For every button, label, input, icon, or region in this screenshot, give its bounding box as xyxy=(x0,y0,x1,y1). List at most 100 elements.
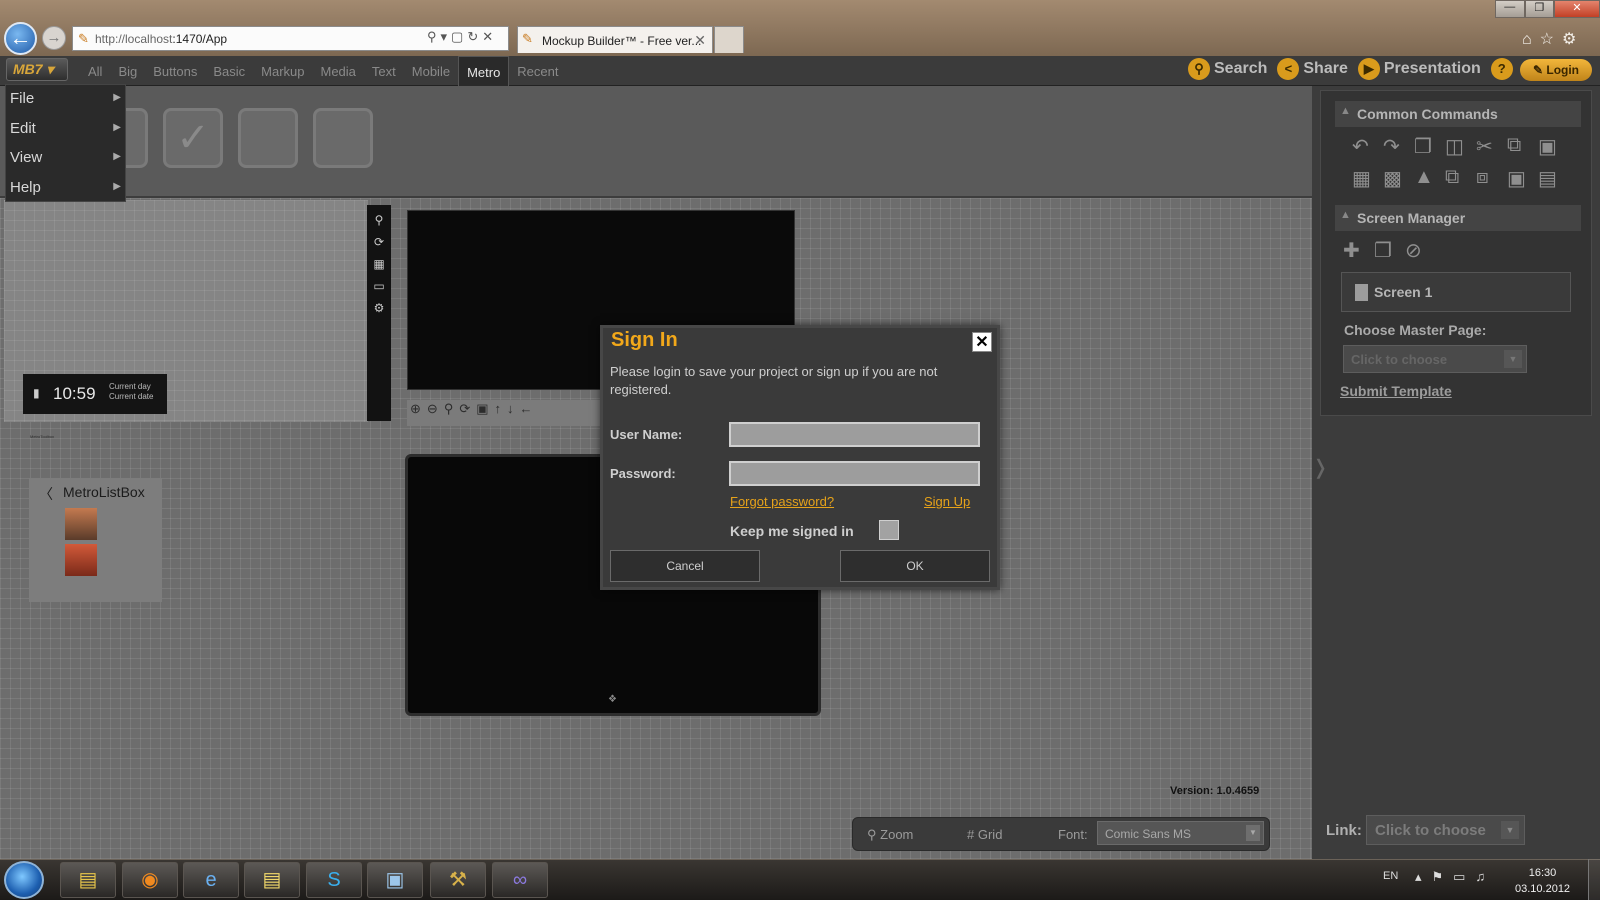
undo-icon[interactable]: ↶ xyxy=(1352,134,1369,159)
font-select[interactable]: Comic Sans MS ▼ xyxy=(1097,821,1264,845)
lock-icon[interactable]: ▲ xyxy=(1414,166,1434,189)
ie-taskbar-icon[interactable]: e xyxy=(183,862,239,898)
search-button[interactable]: ⚲ Search xyxy=(1188,58,1267,80)
tab-big[interactable]: Big xyxy=(110,56,145,86)
download-icon[interactable]: ↓ xyxy=(507,401,514,416)
tab-text[interactable]: Text xyxy=(364,56,404,86)
username-label: User Name: xyxy=(610,427,683,442)
forgot-password-link[interactable]: Forgot password? xyxy=(730,494,834,509)
app-right-nav: ⚲ Search < Share ▶ Presentation ? xyxy=(1188,58,1523,80)
home-favorites-settings-icons[interactable]: ⌂☆⚙ xyxy=(1522,29,1584,49)
master-page-select[interactable]: Click to choose ▼ xyxy=(1343,345,1527,373)
password-field[interactable] xyxy=(729,461,980,486)
screen-manager-header[interactable]: ▲ Screen Manager xyxy=(1335,205,1581,231)
group-icon[interactable]: ▦ xyxy=(1352,166,1371,191)
tab-basic[interactable]: Basic xyxy=(205,56,253,86)
tab-close-icon[interactable]: ✕ xyxy=(694,32,706,49)
clock-date-text: 03.10.2012 xyxy=(1515,883,1571,895)
send-to-back-icon[interactable]: ▤ xyxy=(1538,166,1557,191)
back-icon[interactable]: ← xyxy=(520,401,533,416)
address-tools-icon[interactable]: ⚲▾▢↻✕ xyxy=(427,29,497,45)
folder-taskbar-icon[interactable]: ▤ xyxy=(244,862,300,898)
firefox-taskbar-icon[interactable]: ◉ xyxy=(122,862,178,898)
metro-charms-bar[interactable]: ⚲ ⟳ ▦ ▭ ⚙ xyxy=(367,205,391,421)
palette-item-checkbox-icon[interactable]: ✓ xyxy=(163,108,223,168)
minimize-button[interactable]: — xyxy=(1495,0,1525,18)
login-button[interactable]: ✎ Login xyxy=(1520,59,1592,81)
menu-item-view[interactable]: View ▶ xyxy=(6,144,125,174)
metro-clock-widget[interactable]: ▮ 10:59 Current day Current date xyxy=(23,374,167,414)
common-commands-header[interactable]: ▲ Common Commands xyxy=(1335,101,1581,127)
upload-icon[interactable]: ↑ xyxy=(495,401,502,416)
new-tab-button[interactable] xyxy=(714,26,744,53)
tab-media[interactable]: Media xyxy=(313,56,364,86)
explorer-taskbar-icon[interactable]: ▤ xyxy=(60,862,116,898)
tab-recent[interactable]: Recent xyxy=(509,56,566,86)
paste-icon[interactable]: ◫ xyxy=(1445,134,1464,159)
duplicate-icon[interactable]: ⧉ xyxy=(1507,134,1521,157)
ungroup-icon[interactable]: ▩ xyxy=(1383,166,1402,191)
language-indicator[interactable]: EN xyxy=(1383,870,1398,882)
skype-taskbar-icon[interactable]: S xyxy=(306,862,362,898)
close-window-button[interactable]: ✕ xyxy=(1554,0,1600,18)
forward-button[interactable]: → xyxy=(42,26,66,50)
url-path: :1470/App xyxy=(172,32,228,46)
tab-mobile[interactable]: Mobile xyxy=(404,56,458,86)
show-desktop-button[interactable] xyxy=(1588,859,1600,900)
screen-taskbar-icon[interactable]: ▣ xyxy=(367,862,423,898)
panel-splitter-handle[interactable]: ❭ xyxy=(1312,455,1329,495)
tab-all[interactable]: All xyxy=(80,56,110,86)
presentation-button[interactable]: ▶ Presentation xyxy=(1357,58,1481,80)
visual-studio-taskbar-icon[interactable]: ∞ xyxy=(492,862,548,898)
redo-icon[interactable]: ↷ xyxy=(1383,134,1400,159)
screen-list-item[interactable]: Screen 1 xyxy=(1341,272,1571,312)
taskbar-clock[interactable]: 16:30 03.10.2012 xyxy=(1515,865,1570,897)
tray-icons[interactable]: ▴⚑▭♫ xyxy=(1415,869,1495,885)
zoom-button[interactable]: ⚲ Zoom xyxy=(867,827,913,843)
copy-icon[interactable]: ❐ xyxy=(1414,134,1432,159)
help-button[interactable]: ? xyxy=(1490,58,1517,80)
menu-item-file[interactable]: File ▶ xyxy=(6,85,125,115)
add-screen-icon[interactable]: ✚ xyxy=(1343,238,1360,263)
remove-screen-icon[interactable]: ⊘ xyxy=(1405,238,1422,263)
video-controls[interactable]: ⊕ ⊖ ⚲ ⟳ ▣ ↑ ↓ ← xyxy=(407,400,607,426)
sign-up-link[interactable]: Sign Up xyxy=(924,494,970,509)
search-icon[interactable]: ⚲ xyxy=(444,401,454,416)
tab-metro[interactable]: Metro xyxy=(458,56,510,86)
palette-item-list-icon[interactable] xyxy=(238,108,298,168)
delete-icon[interactable]: ▣ xyxy=(1538,134,1557,159)
metro-listbox[interactable]: 〈 MetroListBox xyxy=(29,478,162,602)
start-button[interactable] xyxy=(4,861,44,899)
maximize-button[interactable]: ❐ xyxy=(1524,0,1554,18)
browser-tab[interactable]: Mockup Builder™ - Free ver... ✕ xyxy=(517,26,713,53)
list-item[interactable] xyxy=(65,544,97,576)
submit-template-link[interactable]: Submit Template xyxy=(1340,383,1452,399)
keep-signed-in-checkbox[interactable] xyxy=(879,520,899,540)
grid-button[interactable]: # Grid xyxy=(967,827,1002,842)
menu-item-help[interactable]: Help ▶ xyxy=(6,174,125,204)
tab-markup[interactable]: Markup xyxy=(253,56,312,86)
tools-taskbar-icon[interactable]: ⚒ xyxy=(430,862,486,898)
cut-icon[interactable]: ✂ xyxy=(1476,134,1493,159)
refresh-icon[interactable]: ⟳ xyxy=(459,401,470,416)
link-select[interactable]: Click to choose ▼ xyxy=(1366,815,1525,845)
list-item[interactable] xyxy=(65,508,97,540)
cancel-button[interactable]: Cancel xyxy=(610,550,760,582)
tab-buttons[interactable]: Buttons xyxy=(145,56,205,86)
bring-to-front-icon[interactable]: ▣ xyxy=(1507,166,1526,191)
zoom-out-icon[interactable]: ⊖ xyxy=(427,401,438,416)
app-logo-menu-button[interactable]: MB7 ▾ xyxy=(6,58,68,81)
menu-item-edit[interactable]: Edit ▶ xyxy=(6,115,125,145)
username-field[interactable] xyxy=(729,422,980,447)
back-button[interactable]: ← xyxy=(4,22,37,55)
bring-forward-icon[interactable]: ⧉ xyxy=(1445,166,1459,189)
dialog-close-icon[interactable]: ✕ xyxy=(972,332,992,352)
toolbox-caption: MetroToolbox xyxy=(30,434,55,439)
palette-item-panel-icon[interactable] xyxy=(313,108,373,168)
share-button[interactable]: < Share xyxy=(1277,58,1348,80)
send-backward-icon[interactable]: ⧈ xyxy=(1476,166,1489,189)
ok-button[interactable]: OK xyxy=(840,550,990,582)
save-icon[interactable]: ▣ xyxy=(476,401,488,416)
copy-screen-icon[interactable]: ❐ xyxy=(1374,238,1392,263)
zoom-in-icon[interactable]: ⊕ xyxy=(410,401,421,416)
